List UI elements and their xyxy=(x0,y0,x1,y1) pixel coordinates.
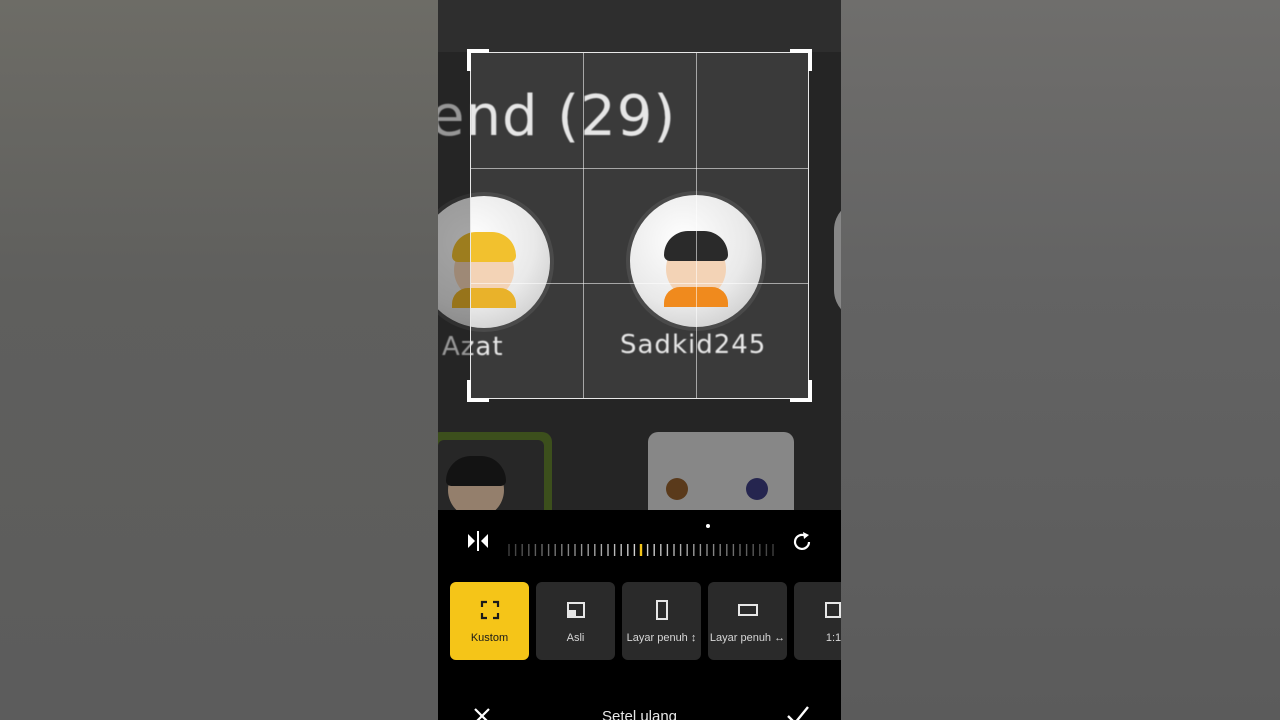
reset-button[interactable]: Setel ulang xyxy=(438,708,841,720)
confirm-button[interactable] xyxy=(786,704,810,720)
crop-handle-bottom-left[interactable] xyxy=(467,380,489,402)
crop-shade xyxy=(438,399,841,510)
checkmark-icon xyxy=(787,706,809,720)
ruler-center-dot xyxy=(706,524,710,528)
freeform-crop-icon xyxy=(480,600,499,620)
landscape-fullscreen-icon xyxy=(737,604,758,616)
ratio-option-label: 1:1 xyxy=(825,632,841,644)
crop-editor-screen: end (29) Azat Sadkid245 Kustom Asli Laya… xyxy=(438,0,841,720)
ratio-option-fullscreen-portrait[interactable]: Layar penuh ↕ xyxy=(622,582,701,660)
ratio-option-asli[interactable]: Asli xyxy=(536,582,615,660)
crop-handle-bottom-right[interactable] xyxy=(790,380,812,402)
grid-line xyxy=(471,168,808,169)
ratio-option-1-1[interactable]: 1:1 xyxy=(794,582,841,660)
crop-handle-top-left[interactable] xyxy=(467,49,489,71)
crop-shade xyxy=(438,52,470,399)
flip-horizontal-icon xyxy=(468,531,488,551)
portrait-fullscreen-icon xyxy=(655,600,668,620)
ratio-option-kustom[interactable]: Kustom xyxy=(450,582,529,660)
original-ratio-icon xyxy=(566,602,585,618)
crop-controls-panel: Kustom Asli Layar penuh ↕ Layar penuh ↔ … xyxy=(438,510,841,720)
blurred-background-left xyxy=(0,0,438,720)
flip-horizontal-button[interactable] xyxy=(466,530,490,552)
aspect-ratio-options: Kustom Asli Layar penuh ↕ Layar penuh ↔ … xyxy=(450,582,841,662)
image-preview: end (29) Azat Sadkid245 xyxy=(438,0,841,510)
rotation-angle-ruler[interactable] xyxy=(506,516,776,558)
grid-line xyxy=(471,283,808,284)
ratio-option-label: Asli xyxy=(566,632,585,644)
ruler-ticks xyxy=(508,544,774,558)
rotate-button[interactable] xyxy=(790,530,814,554)
grid-line xyxy=(583,53,584,398)
preview-top-margin xyxy=(438,0,841,52)
action-bar: Setel ulang xyxy=(438,700,841,720)
crop-frame[interactable] xyxy=(467,49,812,402)
ratio-option-label: Layar penuh ↔ xyxy=(709,632,786,644)
ratio-option-label: Layar penuh ↕ xyxy=(626,632,697,644)
ratio-option-label: Kustom xyxy=(470,632,509,644)
rotate-icon xyxy=(793,532,811,551)
blurred-background-right xyxy=(841,0,1280,720)
grid-line xyxy=(696,53,697,398)
crop-shade xyxy=(809,52,841,399)
ratio-option-fullscreen-landscape[interactable]: Layar penuh ↔ xyxy=(708,582,787,660)
crop-handle-top-right[interactable] xyxy=(790,49,812,71)
square-ratio-icon xyxy=(824,602,841,618)
